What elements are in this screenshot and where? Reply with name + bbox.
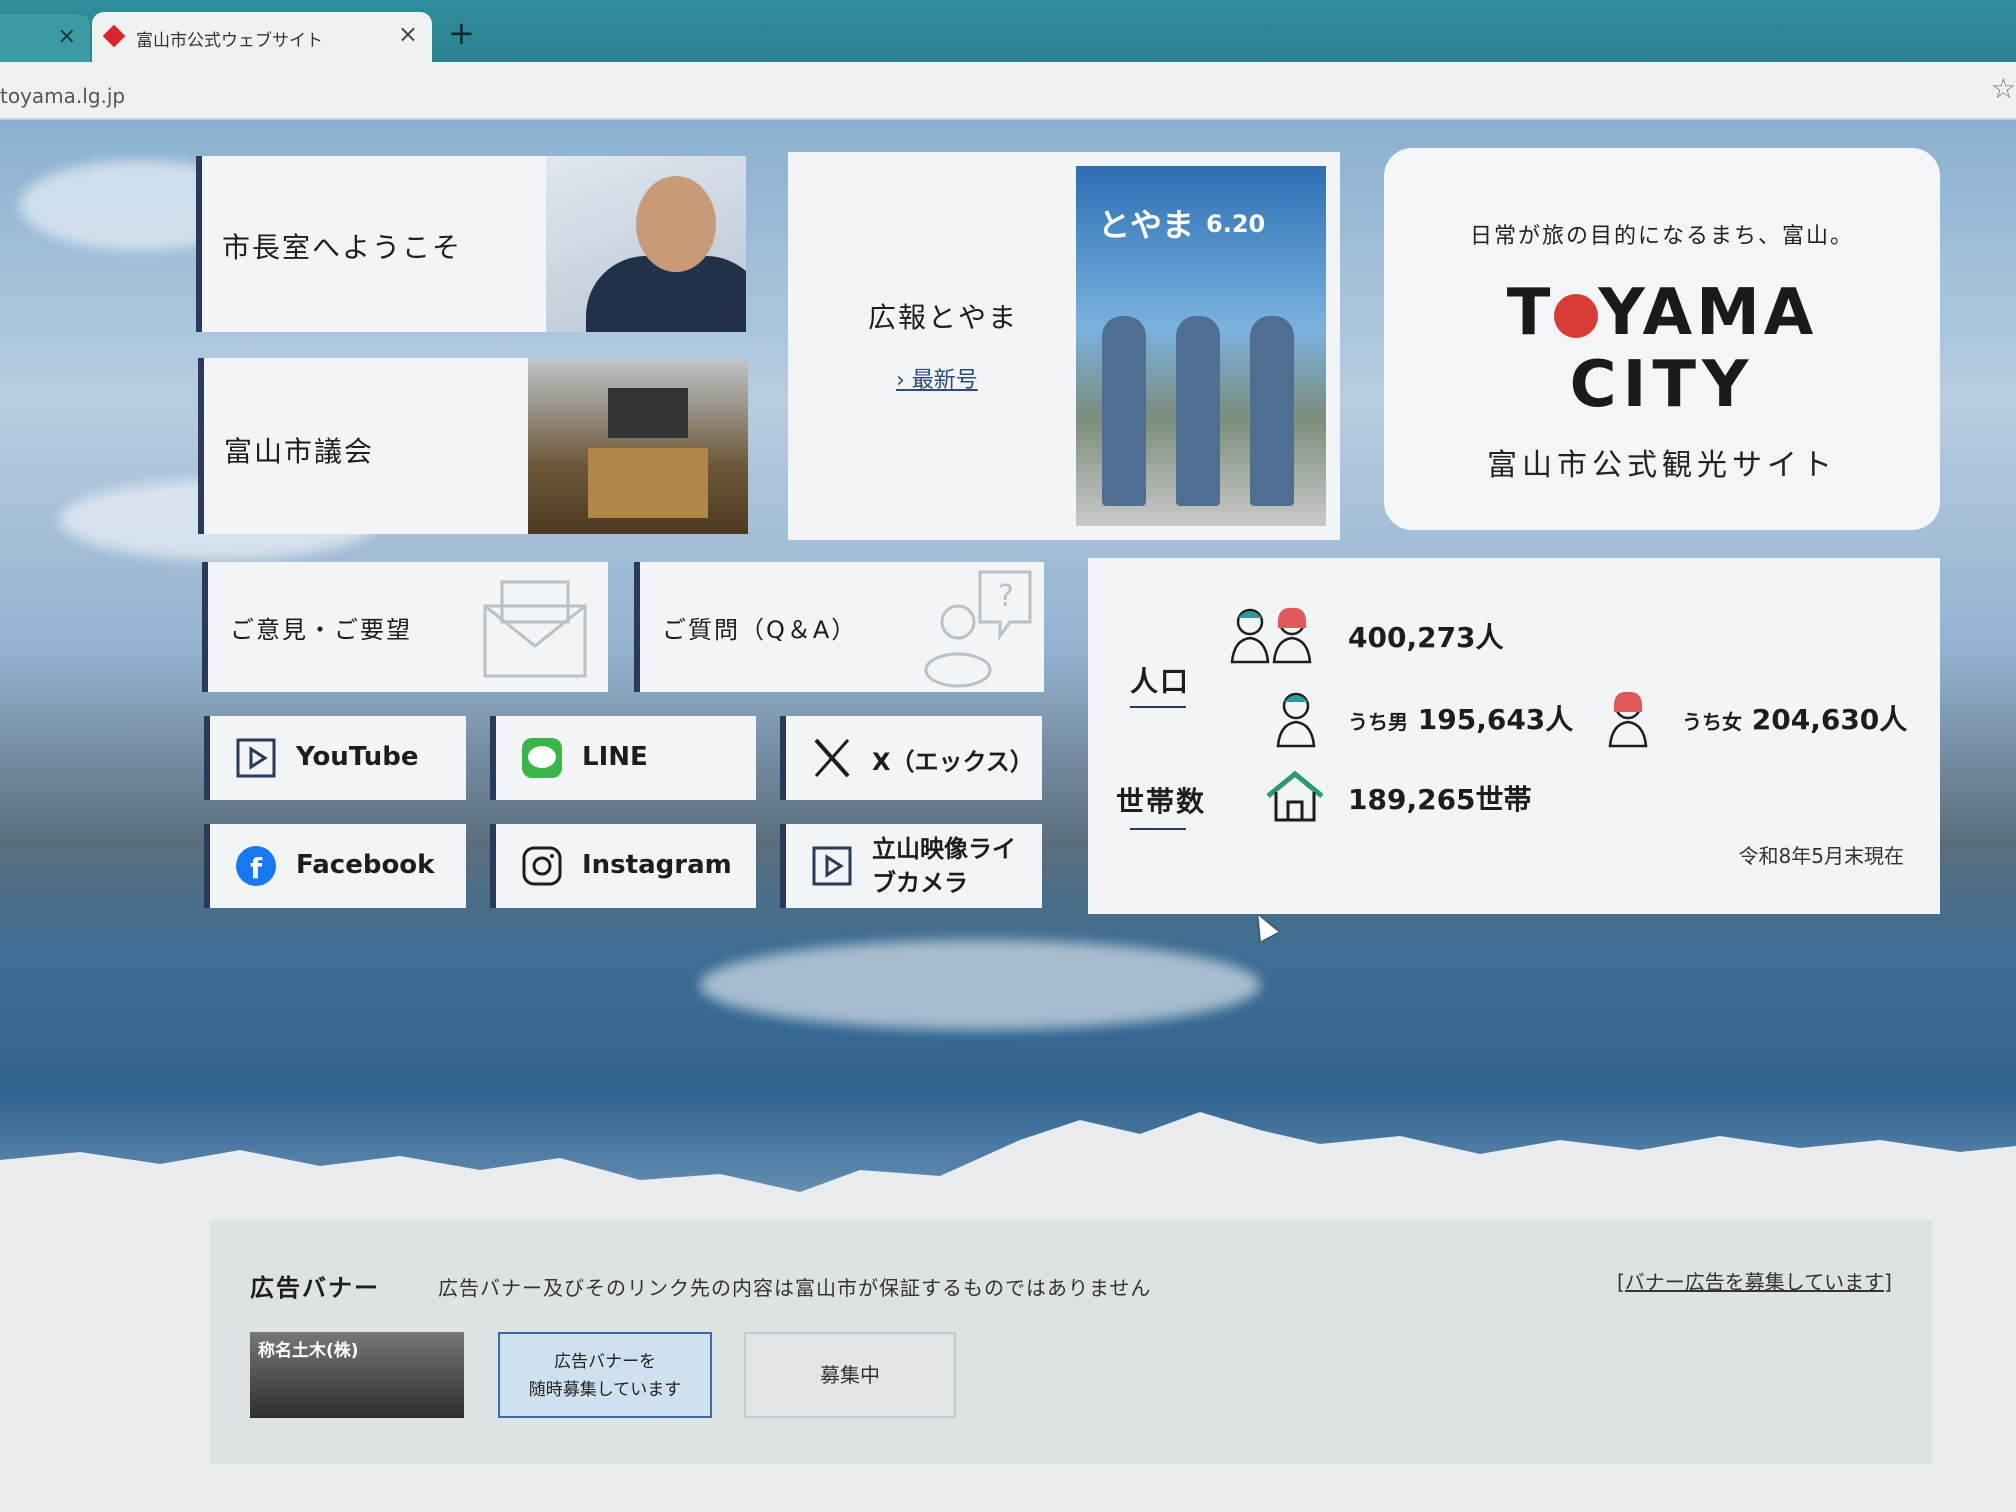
koho-toyama-label: 広報とやま xyxy=(868,301,1019,334)
male-person-icon xyxy=(1276,692,1316,748)
cover-figure xyxy=(1102,316,1146,506)
households-heading: 世帯数 xyxy=(1116,785,1207,818)
female-person-icon xyxy=(1272,607,1312,664)
tab-bar: × 富山市公式ウェブサイト × + xyxy=(0,0,2016,62)
youtube-tile[interactable]: YouTube xyxy=(204,716,466,800)
council-screen xyxy=(608,388,688,438)
opinion-tile[interactable]: ご意見・ご要望 xyxy=(202,562,608,692)
active-tab[interactable]: 富山市公式ウェブサイト × xyxy=(92,12,432,62)
tourism-subtitle: 富山市公式観光サイト xyxy=(1487,448,1837,483)
ad-disclaimer: 広告バナー及びそのリンク先の内容は富山市が保証するものではありません xyxy=(438,1276,1152,1300)
city-council-label: 富山市議会 xyxy=(224,435,375,468)
opinion-label: ご意見・ご要望 xyxy=(230,616,412,644)
site-favicon-icon xyxy=(102,24,126,48)
logo-red-dot-icon xyxy=(1554,294,1599,338)
male-population: うち男 195,643人 xyxy=(1348,698,1573,738)
mayor-photo xyxy=(546,156,746,332)
facebook-label: Facebook xyxy=(296,850,435,880)
logo-letter-t: T xyxy=(1506,276,1555,350)
close-tab-icon[interactable]: × xyxy=(398,20,418,48)
line-tile[interactable]: LINE xyxy=(490,716,756,800)
population-stats-panel: 人口 400,273人 うち男 195,643人 うち女 204,630人 世帯… xyxy=(1088,558,1940,914)
url-text[interactable]: toyama.lg.jp xyxy=(0,84,125,108)
logo-letters-yama: YAMA xyxy=(1598,276,1818,350)
previous-tab[interactable]: × xyxy=(0,14,90,62)
cover-figure xyxy=(1176,316,1220,506)
koho-toyama-tile[interactable]: 広報とやま › 最新号 とやま 6.20 xyxy=(788,152,1340,540)
toyama-logo-line2: CITY xyxy=(1569,348,1755,422)
ad-heading: 広告バナー xyxy=(250,1274,380,1302)
tateyama-label-line2: ブカメラ xyxy=(872,869,968,897)
banner1-text: 称名土木(株) xyxy=(258,1341,359,1361)
recruiting-banner[interactable]: 募集中 xyxy=(744,1332,956,1418)
banner3-text: 募集中 xyxy=(820,1363,880,1387)
facebook-tile[interactable]: f Facebook xyxy=(204,824,466,908)
koho-cover-image[interactable]: とやま 6.20 xyxy=(1076,166,1326,526)
female-population: うち女 204,630人 xyxy=(1682,698,1907,738)
female-person-icon xyxy=(1608,691,1648,748)
instagram-label: Instagram xyxy=(582,850,732,880)
tourism-site-card[interactable]: 日常が旅の目的になるまち、富山。 T YAMA CITY 富山市公式観光サイト xyxy=(1384,148,1940,530)
line-label: LINE xyxy=(582,742,648,772)
x-tile[interactable]: X（エックス） xyxy=(780,716,1042,800)
male-value: 195,643人 xyxy=(1417,703,1574,736)
svg-text:?: ? xyxy=(998,579,1014,614)
mayor-office-label: 市長室へようこそ xyxy=(222,231,463,264)
ad-wanted-banner[interactable]: 広告バナーを随時募集しています xyxy=(498,1332,712,1418)
ad-banner-panel: 広告バナー 広告バナー及びそのリンク先の内容は富山市が保証するものではありません… xyxy=(210,1220,1932,1464)
cover-date: 6.20 xyxy=(1206,210,1266,238)
latest-issue-text: 最新号 xyxy=(911,368,978,393)
latest-issue-link[interactable]: › 最新号 xyxy=(896,362,978,394)
heading-underline xyxy=(1130,828,1186,830)
council-chamber-photo xyxy=(528,358,748,534)
x-logo-icon xyxy=(814,738,850,778)
population-total: 400,273人 xyxy=(1348,621,1504,654)
mayor-office-tile[interactable]: 市長室へようこそ xyxy=(196,156,746,332)
cover-title: とやま xyxy=(1098,206,1195,244)
close-tab-icon[interactable]: × xyxy=(58,24,76,49)
qa-label: ご質問（Q＆A） xyxy=(662,616,858,644)
instagram-tile[interactable]: Instagram xyxy=(490,824,756,908)
instagram-icon xyxy=(522,846,562,886)
question-person-icon: ? xyxy=(924,570,1032,688)
shomyo-doboku-banner[interactable]: 称名土木(株) xyxy=(250,1332,464,1418)
female-label: うち女 xyxy=(1682,710,1742,734)
line-app-icon xyxy=(522,738,562,778)
youtube-label: YouTube xyxy=(296,742,419,772)
qa-tile[interactable]: ご質問（Q＆A） ? xyxy=(634,562,1044,692)
envelope-icon xyxy=(483,580,587,678)
x-label: X（エックス） xyxy=(872,748,1034,776)
tateyama-camera-label: 立山映像ライ ブカメラ xyxy=(872,832,1016,900)
house-icon xyxy=(1266,770,1324,822)
bookmark-star-icon[interactable]: ☆ xyxy=(1991,72,2016,105)
tateyama-label-line1: 立山映像ライ xyxy=(872,835,1016,863)
male-label: うち男 xyxy=(1348,710,1408,734)
mayor-photo-face xyxy=(636,176,716,272)
council-desk xyxy=(588,448,708,518)
male-person-icon xyxy=(1230,608,1270,664)
stats-as-of-date: 令和8年5月末現在 xyxy=(1738,844,1904,868)
heading-underline xyxy=(1130,706,1186,708)
toyama-logo-line1: T YAMA xyxy=(1384,276,1940,350)
female-value: 204,630人 xyxy=(1751,703,1908,736)
address-bar[interactable]: toyama.lg.jp ☆ xyxy=(0,62,2016,120)
play-icon xyxy=(236,738,276,778)
cover-figure xyxy=(1250,316,1294,506)
population-heading: 人口 xyxy=(1130,665,1191,698)
households-value: 189,265世帯 xyxy=(1348,783,1532,816)
banner2-line1: 広告バナーを xyxy=(554,1352,656,1372)
new-tab-button[interactable]: + xyxy=(448,14,475,52)
wave-foam xyxy=(700,940,1260,1030)
facebook-icon: f xyxy=(236,846,276,886)
banner-recruit-link[interactable]: [バナー広告を募集しています] xyxy=(1617,1266,1892,1295)
banner2-line2: 随時募集しています xyxy=(528,1380,682,1400)
play-icon xyxy=(812,846,852,886)
tab-title: 富山市公式ウェブサイト xyxy=(136,31,323,51)
svg-text:f: f xyxy=(250,852,263,885)
tourism-tagline: 日常が旅の目的になるまち、富山。 xyxy=(1469,224,1854,249)
tateyama-camera-tile[interactable]: 立山映像ライ ブカメラ xyxy=(780,824,1042,908)
city-council-tile[interactable]: 富山市議会 xyxy=(198,358,748,534)
